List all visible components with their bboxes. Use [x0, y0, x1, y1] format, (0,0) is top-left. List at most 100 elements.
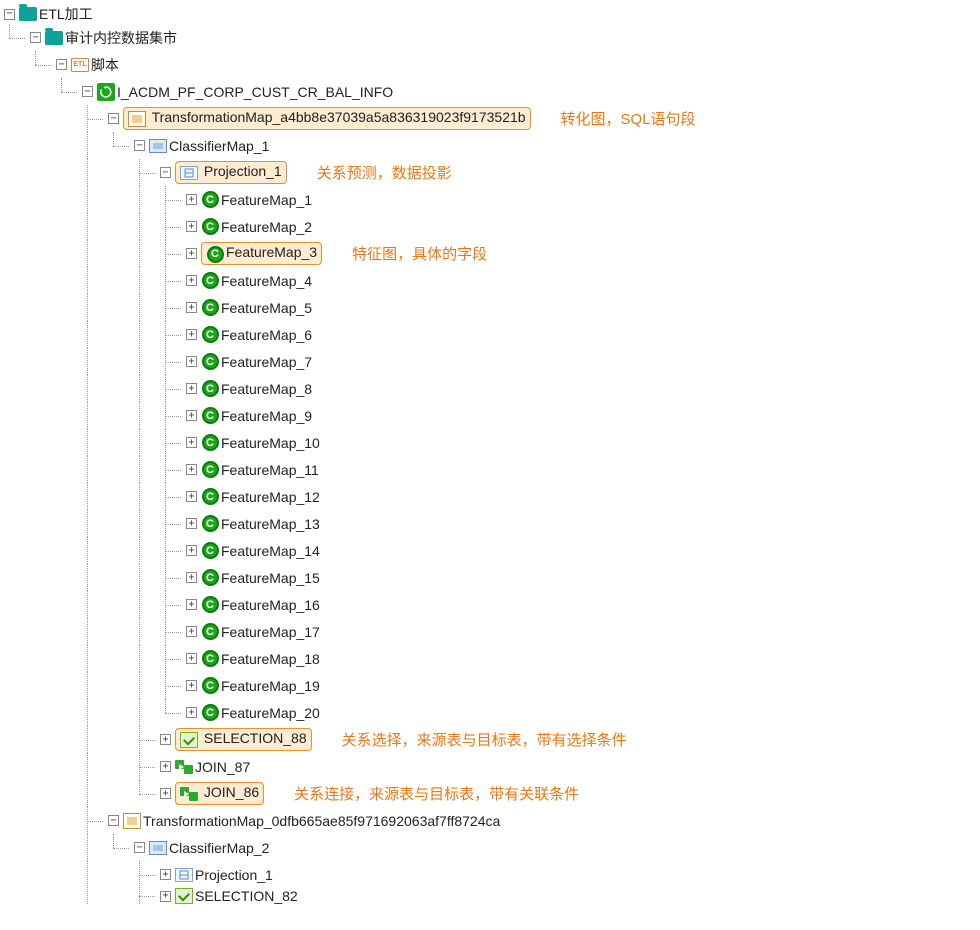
tree-node[interactable]: + Projection_1	[4, 861, 976, 888]
expand-icon[interactable]: +	[186, 275, 197, 286]
expand-icon[interactable]: +	[186, 518, 197, 529]
tree-node-feature[interactable]: +CFeatureMap_18	[4, 645, 976, 672]
collapse-icon[interactable]: −	[134, 140, 145, 151]
projection-icon	[175, 866, 193, 884]
feature-icon: C	[201, 515, 219, 533]
collapse-icon[interactable]: −	[108, 815, 119, 826]
expand-icon[interactable]: +	[160, 734, 171, 745]
expand-icon[interactable]: +	[186, 437, 197, 448]
node-label: FeatureMap_1	[221, 192, 312, 208]
expand-icon[interactable]: +	[186, 410, 197, 421]
tree-node-feature[interactable]: +CFeatureMap_9	[4, 402, 976, 429]
node-label: SELECTION_82	[195, 888, 298, 904]
tree-view: − ETL加工 − 审计内控数据集市 − ETL 脚本 − I_ACDM_PF_…	[0, 0, 980, 908]
expand-icon[interactable]: +	[186, 599, 197, 610]
tree-node[interactable]: − ETL 脚本	[4, 51, 976, 78]
node-label: FeatureMap_20	[221, 705, 320, 721]
node-label: FeatureMap_17	[221, 624, 320, 640]
tree-node-feature[interactable]: +CFeatureMap_10	[4, 429, 976, 456]
node-label: JOIN_86	[204, 784, 259, 800]
node-label: 脚本	[91, 55, 119, 75]
tree-node-feature[interactable]: +CFeatureMap_3特征图，具体的字段	[4, 240, 976, 267]
node-label: Projection_1	[204, 163, 282, 179]
expand-icon[interactable]: +	[186, 626, 197, 637]
tree-node[interactable]: − 审计内控数据集市	[4, 24, 976, 51]
tree-node-feature[interactable]: +CFeatureMap_20	[4, 699, 976, 726]
feature-icon: C	[201, 353, 219, 371]
expand-icon[interactable]: +	[186, 329, 197, 340]
feature-icon: C	[201, 596, 219, 614]
tree-node-selection[interactable]: + SELECTION_88 关系选择，来源表与目标表，带有选择条件	[4, 726, 976, 753]
tree-node-feature[interactable]: +CFeatureMap_19	[4, 672, 976, 699]
tree-node-feature[interactable]: +CFeatureMap_17	[4, 618, 976, 645]
expand-icon[interactable]: +	[186, 221, 197, 232]
collapse-icon[interactable]: −	[82, 86, 93, 97]
feature-icon: C	[201, 488, 219, 506]
tree-node[interactable]: − TransformationMap_0dfb665ae85f97169206…	[4, 807, 976, 834]
tree-node-feature[interactable]: +CFeatureMap_7	[4, 348, 976, 375]
expand-icon[interactable]: +	[186, 680, 197, 691]
refresh-icon	[97, 83, 115, 101]
feature-icon: C	[201, 677, 219, 695]
annotation-text: 关系连接，来源表与目标表，带有关联条件	[294, 783, 579, 804]
tree-node-join[interactable]: + JOIN_86 关系连接，来源表与目标表，带有关联条件	[4, 780, 976, 807]
collapse-icon[interactable]: −	[4, 9, 15, 20]
tree-node[interactable]: − ClassifierMap_1	[4, 132, 976, 159]
expand-icon[interactable]: +	[186, 464, 197, 475]
expand-icon[interactable]: +	[186, 491, 197, 502]
tree-node-feature[interactable]: +CFeatureMap_4	[4, 267, 976, 294]
tree-node[interactable]: − ClassifierMap_2	[4, 834, 976, 861]
expand-icon[interactable]: +	[186, 356, 197, 367]
tree-node-feature[interactable]: +CFeatureMap_5	[4, 294, 976, 321]
tree-node-feature[interactable]: + CFeatureMap_1	[4, 186, 976, 213]
tree-node[interactable]: + SELECTION_82	[4, 888, 976, 904]
tree-node[interactable]: − I_ACDM_PF_CORP_CUST_CR_BAL_INFO	[4, 78, 976, 105]
tree-node-feature[interactable]: +CFeatureMap_13	[4, 510, 976, 537]
tree-node-feature[interactable]: +CFeatureMap_12	[4, 483, 976, 510]
tree-node-root[interactable]: − ETL加工	[4, 4, 976, 24]
collapse-icon[interactable]: −	[108, 113, 119, 124]
node-label: FeatureMap_3	[226, 244, 317, 260]
node-label: JOIN_87	[195, 759, 250, 775]
expand-icon[interactable]: +	[186, 707, 197, 718]
expand-icon[interactable]: +	[160, 891, 171, 902]
expand-icon[interactable]: +	[160, 869, 171, 880]
node-label: FeatureMap_10	[221, 435, 320, 451]
folder-icon	[19, 5, 37, 23]
expand-icon[interactable]: +	[186, 545, 197, 556]
node-label: TransformationMap_0dfb665ae85f971692063a…	[143, 813, 500, 829]
feature-icon: C	[201, 542, 219, 560]
node-label: FeatureMap_14	[221, 543, 320, 559]
feature-icon: C	[201, 299, 219, 317]
expand-icon[interactable]: +	[186, 383, 197, 394]
tree-node-feature[interactable]: +CFeatureMap_8	[4, 375, 976, 402]
expand-icon[interactable]: +	[186, 572, 197, 583]
tree-node-feature[interactable]: +CFeatureMap_15	[4, 564, 976, 591]
collapse-icon[interactable]: −	[56, 59, 67, 70]
expand-icon[interactable]: +	[160, 788, 171, 799]
node-label: FeatureMap_15	[221, 570, 320, 586]
node-label: I_ACDM_PF_CORP_CUST_CR_BAL_INFO	[117, 84, 393, 100]
tree-node-feature[interactable]: +CFeatureMap_16	[4, 591, 976, 618]
tree-node-feature[interactable]: +CFeatureMap_11	[4, 456, 976, 483]
tree-node-transformation-map[interactable]: − TransformationMap_a4bb8e37039a5a836319…	[4, 105, 976, 132]
selection-icon	[180, 731, 198, 749]
tree-node-feature[interactable]: +CFeatureMap_2	[4, 213, 976, 240]
node-label: ETL加工	[39, 4, 93, 24]
projection-icon	[180, 164, 198, 182]
tree-node-projection[interactable]: − Projection_1 关系预测，数据投影	[4, 159, 976, 186]
expand-icon[interactable]: +	[186, 653, 197, 664]
tree-node-feature[interactable]: +CFeatureMap_6	[4, 321, 976, 348]
expand-icon[interactable]: +	[160, 761, 171, 772]
tree-node-feature[interactable]: + CFeatureMap_14	[4, 537, 976, 564]
classifier-icon	[149, 137, 167, 155]
collapse-icon[interactable]: −	[134, 842, 145, 853]
expand-icon[interactable]: +	[186, 302, 197, 313]
collapse-icon[interactable]: −	[30, 32, 41, 43]
feature-icon: C	[201, 218, 219, 236]
expand-icon[interactable]: +	[186, 248, 197, 259]
expand-icon[interactable]: +	[186, 194, 197, 205]
feature-icon: C	[201, 191, 219, 209]
collapse-icon[interactable]: −	[160, 167, 171, 178]
tree-node[interactable]: + JOIN_87	[4, 753, 976, 780]
